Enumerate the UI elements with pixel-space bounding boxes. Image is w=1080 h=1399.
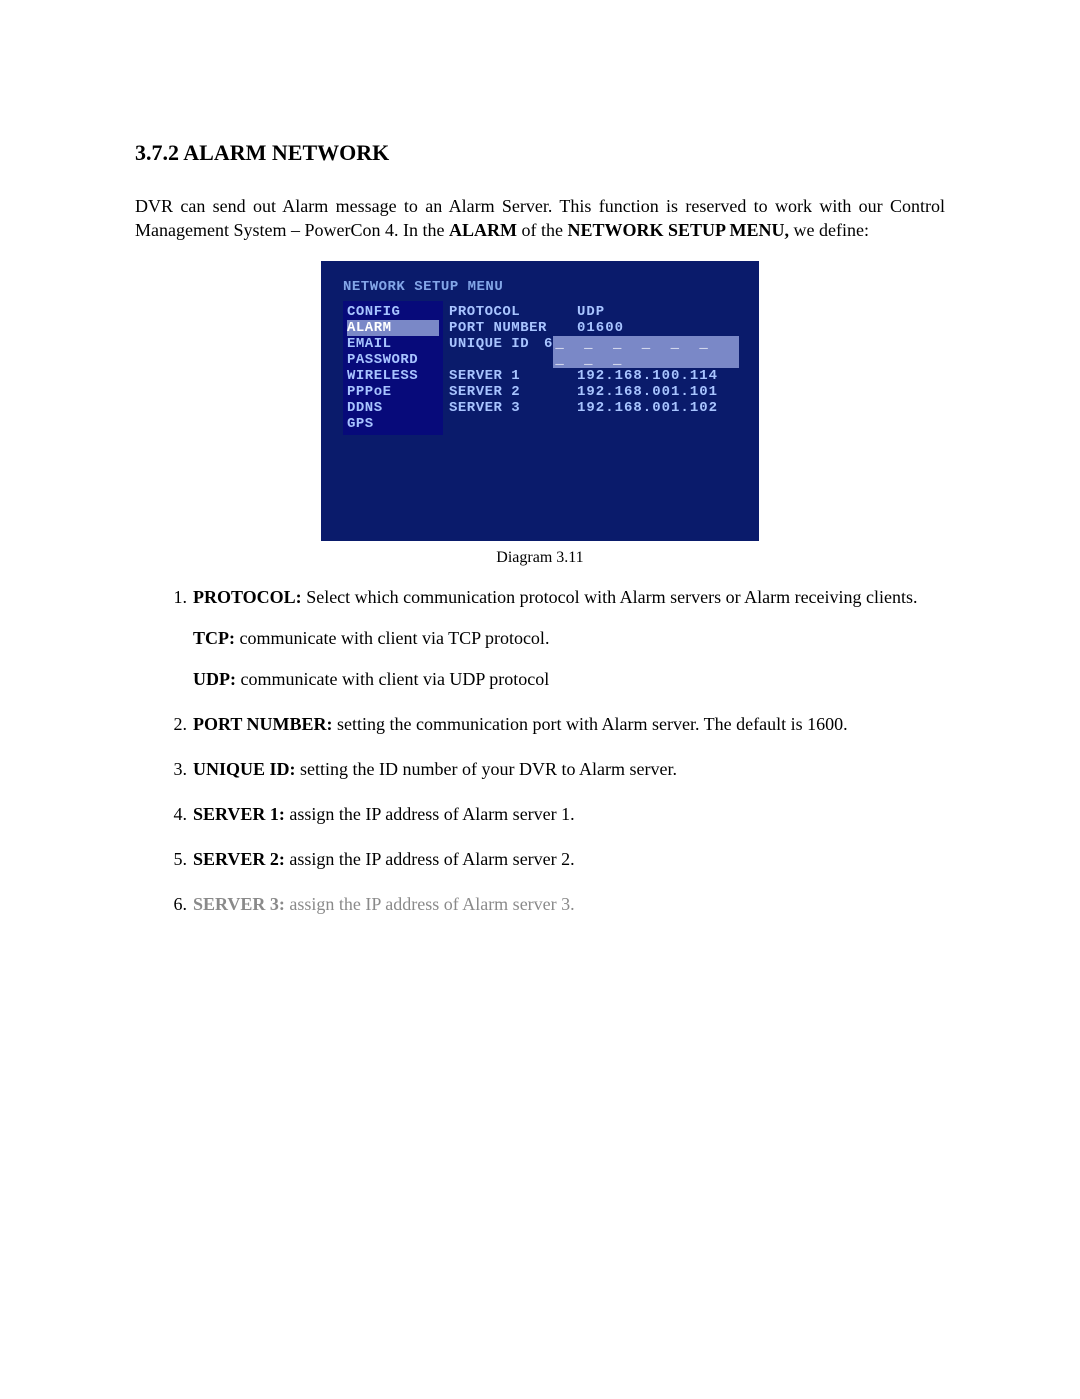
- dvr-sidebar-item-config: CONFIG: [347, 304, 439, 320]
- intro-paragraph: DVR can send out Alarm message to an Ala…: [135, 194, 945, 243]
- definition-sub: TCP: communicate with client via TCP pro…: [193, 628, 945, 649]
- screenshot-container: NETWORK SETUP MENU CONFIGALARMEMAILPASSW…: [135, 261, 945, 541]
- definition-label: SERVER 1:: [193, 804, 285, 824]
- dvr-sidebar-item-alarm: ALARM: [347, 320, 439, 336]
- definition-sub-text: communicate with client via UDP protocol: [236, 669, 549, 689]
- dvr-row-key: SERVER 1: [449, 368, 577, 384]
- definition-item: PROTOCOL: Select which communication pro…: [193, 587, 945, 690]
- document-page: 3.7.2 ALARM NETWORK DVR can send out Ala…: [0, 0, 1080, 915]
- dvr-row: PORT NUMBER01600: [449, 320, 739, 336]
- dvr-row-key: SERVER 3: [449, 400, 577, 416]
- definition-text: assign the IP address of Alarm server 1.: [285, 804, 575, 824]
- dvr-sidebar-item-email: EMAIL: [347, 336, 439, 352]
- definition-label: UNIQUE ID:: [193, 759, 296, 779]
- definition-label: SERVER 3:: [193, 894, 285, 914]
- dvr-sidebar: CONFIGALARMEMAILPASSWORDWIRELESSPPPoEDDN…: [343, 301, 443, 436]
- dvr-row-value: 192.168.001.101: [577, 384, 718, 400]
- dvr-row: SERVER 2192.168.001.101: [449, 384, 739, 400]
- section-heading: 3.7.2 ALARM NETWORK: [135, 140, 945, 166]
- dvr-row: PROTOCOLUDP: [449, 304, 739, 320]
- definition-text: assign the IP address of Alarm server 3.: [285, 894, 575, 914]
- dvr-screen: NETWORK SETUP MENU CONFIGALARMEMAILPASSW…: [321, 261, 759, 541]
- dvr-row-value: 01600: [577, 320, 624, 336]
- definition-sub-label: TCP:: [193, 628, 235, 648]
- definition-text: Select which communication protocol with…: [302, 587, 918, 607]
- dvr-sidebar-item-ddns: DDNS: [347, 400, 439, 416]
- definition-label: PORT NUMBER:: [193, 714, 333, 734]
- dvr-row-key: SERVER 2: [449, 384, 577, 400]
- dvr-row-value: UDP: [577, 304, 605, 320]
- definition-item: SERVER 1: assign the IP address of Alarm…: [193, 804, 945, 825]
- definition-text: setting the communication port with Alar…: [333, 714, 848, 734]
- dvr-title: NETWORK SETUP MENU: [343, 279, 739, 295]
- definition-sub-label: UDP:: [193, 669, 236, 689]
- intro-bold-alarm: ALARM: [449, 220, 517, 240]
- definition-item: PORT NUMBER: setting the communication p…: [193, 714, 945, 735]
- dvr-sidebar-item-gps: GPS: [347, 416, 439, 432]
- intro-text-2: of the: [517, 220, 567, 240]
- dvr-row: SERVER 3192.168.001.102: [449, 400, 739, 416]
- dvr-body: CONFIGALARMEMAILPASSWORDWIRELESSPPPoEDDN…: [343, 301, 739, 436]
- definition-text: setting the ID number of your DVR to Ala…: [296, 759, 677, 779]
- dvr-main-panel: PROTOCOLUDPPORT NUMBER01600UNIQUE ID6_ _…: [443, 301, 739, 436]
- definition-label: SERVER 2:: [193, 849, 285, 869]
- dvr-sidebar-item-wireless: WIRELESS: [347, 368, 439, 384]
- intro-text-3: we define:: [789, 220, 869, 240]
- dvr-row-key: PORT NUMBER: [449, 320, 577, 336]
- dvr-row-key: UNIQUE ID: [449, 336, 544, 368]
- dvr-row-value: 192.168.001.102: [577, 400, 718, 416]
- definition-item: UNIQUE ID: setting the ID number of your…: [193, 759, 945, 780]
- dvr-row: UNIQUE ID6_ _ _ _ _ _ _ _ _: [449, 336, 739, 368]
- definition-label: PROTOCOL:: [193, 587, 302, 607]
- dvr-sidebar-item-pppoe: PPPoE: [347, 384, 439, 400]
- dvr-row-value: 6: [544, 336, 553, 368]
- definition-item: SERVER 2: assign the IP address of Alarm…: [193, 849, 945, 870]
- definition-list: PROTOCOL: Select which communication pro…: [135, 587, 945, 915]
- dvr-sidebar-item-password: PASSWORD: [347, 352, 439, 368]
- dvr-row: SERVER 1192.168.100.114: [449, 368, 739, 384]
- definition-item: SERVER 3: assign the IP address of Alarm…: [193, 894, 945, 915]
- intro-bold-menu: NETWORK SETUP MENU,: [567, 220, 789, 240]
- dvr-row-key: PROTOCOL: [449, 304, 577, 320]
- dvr-row-value-input: _ _ _ _ _ _ _ _ _: [553, 336, 739, 368]
- diagram-caption: Diagram 3.11: [135, 549, 945, 567]
- dvr-row-value: 192.168.100.114: [577, 368, 718, 384]
- definition-sub-text: communicate with client via TCP protocol…: [235, 628, 549, 648]
- definition-sub: UDP: communicate with client via UDP pro…: [193, 669, 945, 690]
- definition-text: assign the IP address of Alarm server 2.: [285, 849, 575, 869]
